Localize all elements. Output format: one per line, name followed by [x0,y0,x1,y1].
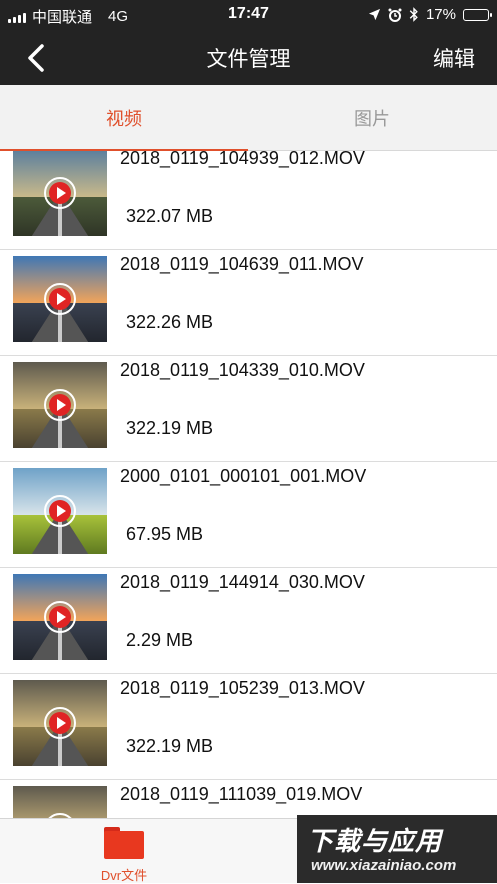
video-thumbnail[interactable] [13,362,107,448]
tab-images-label: 图片 [354,109,390,129]
play-icon[interactable] [44,707,76,739]
file-size: 67.95 MB [126,524,204,544]
watermark-title: 下载与应用 [307,826,443,856]
file-row[interactable]: 2018_0119_104339_010.MOV 322.19 MB [0,356,497,462]
file-row[interactable]: 2000_0101_000101_001.MOV 67.95 MB [0,462,497,568]
status-bar: 中国联通 4G 17:47 17% [0,0,497,30]
file-size: 2.29 MB [126,630,194,650]
file-name: 2018_0119_104639_011.MOV [120,254,364,274]
tab-video[interactable]: 视频 [0,85,248,152]
file-name: 2018_0119_104939_012.MOV [120,151,365,168]
play-icon[interactable] [44,389,76,421]
file-list-content: 2018_0119_104939_012.MOV 322.07 MB 2018_01… [0,151,497,818]
nav-bar: 文件管理 编辑 [0,30,497,85]
video-thumbnail[interactable] [13,151,107,236]
video-thumbnail[interactable] [13,256,107,342]
media-tabs: 视频 图片 [0,85,497,152]
location-arrow-icon [368,8,381,21]
play-icon[interactable] [44,177,76,209]
edit-button[interactable]: 编辑 [433,43,475,73]
video-thumbnail[interactable] [13,574,107,660]
tab-dvr-files[interactable]: Dvr文件 [88,825,160,883]
file-size: 322.07 MB [126,206,214,226]
video-thumbnail[interactable] [13,786,107,818]
file-size: 322.19 MB [126,736,214,756]
watermark: 下载与应用 www.xiazainiao.com [297,815,497,883]
file-name: 2018_0119_144914_030.MOV [120,572,365,592]
file-list[interactable]: 2018_0119_104939_012.MOV 322.07 MB 2018_01… [0,151,497,818]
play-icon[interactable] [44,601,76,633]
file-size: 322.26 MB [126,312,214,332]
tab-video-label: 视频 [106,109,142,129]
file-row[interactable]: 2018_0119_105239_013.MOV 322.19 MB [0,674,497,780]
page-title: 文件管理 [206,48,291,71]
file-row[interactable]: 2018_0119_144914_030.MOV 2.29 MB [0,568,497,674]
folder-icon [104,827,144,859]
battery-percent: 17% [425,6,456,23]
play-icon[interactable] [44,495,76,527]
file-name: 2018_0119_104339_010.MOV [120,360,365,380]
file-name: 2000_0101_000101_001.MOV [120,466,367,486]
watermark-url: www.xiazainiao.com [311,857,457,874]
video-thumbnail[interactable] [13,680,107,766]
file-name: 2018_0119_105239_013.MOV [120,678,365,698]
status-right: 17% [368,6,492,23]
alarm-icon [388,8,402,22]
top-bar: 中国联通 4G 17:47 17% 文件管理 编辑 [0,0,497,85]
tab-dvr-files-label: Dvr文件 [100,868,148,883]
file-row[interactable]: 2018_0119_104639_011.MOV 322.26 MB [0,250,497,356]
file-name: 2018_0119_111039_019.MOV [120,784,363,804]
file-row[interactable]: 2018_0119_104939_012.MOV 322.07 MB [0,151,497,250]
file-size: 322.19 MB [126,418,214,438]
battery-icon [463,8,492,21]
file-row[interactable]: 2018_0119_111039_019.MOV [0,780,497,818]
tab-images[interactable]: 图片 [248,85,496,151]
video-thumbnail[interactable] [13,468,107,554]
play-icon[interactable] [44,283,76,315]
bluetooth-icon [409,7,418,22]
